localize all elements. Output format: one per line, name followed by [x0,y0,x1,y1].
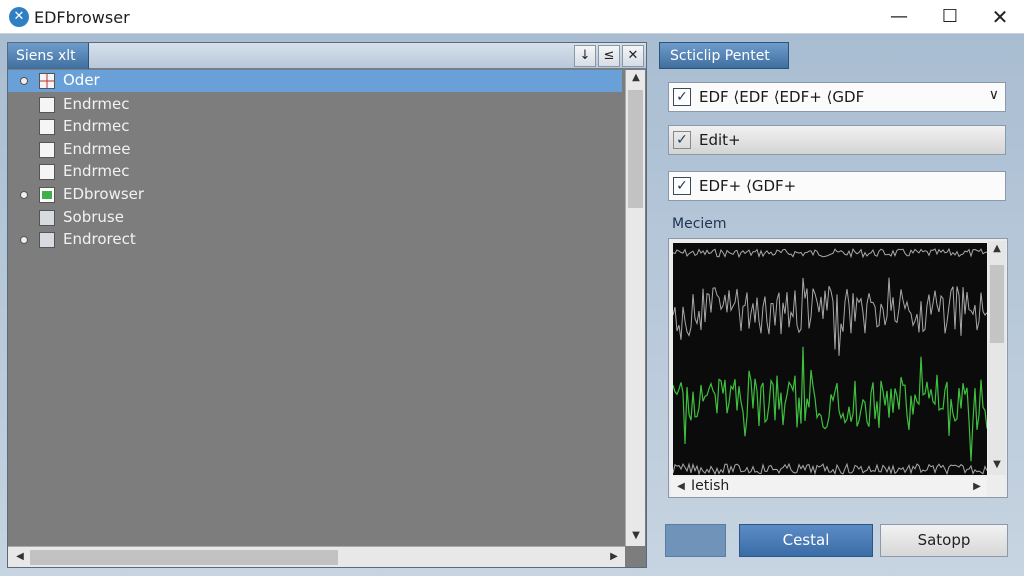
tree-item[interactable]: Endrmec [8,161,622,183]
satopp-button[interactable]: Satopp [880,524,1008,557]
blank-icon [39,97,55,113]
signal-waveforms [673,247,987,475]
section-label: Meciem [672,216,727,232]
blank-icon [39,142,55,158]
pin-button[interactable]: ↓ [574,45,596,67]
title-bar: ✕ EDFbrowser — ☐ ✕ [0,0,1024,34]
tree-item-label: EDbrowser [63,185,145,203]
tree-item[interactable]: Sobruse [8,207,622,229]
tree-horizontal-scrollbar[interactable]: ◀ ▶ [8,546,625,567]
tree-item-label: Endrorect [63,230,136,248]
close-button[interactable]: ✕ [975,0,1024,34]
blank-icon [39,164,55,180]
file-tree: Oder Endrmec Endrmec Endrmee Endrmec EDb… [8,70,624,546]
maximize-button[interactable]: ☐ [925,0,975,34]
preview-scroll-label: Ietish [691,478,730,494]
signals-tab[interactable]: Siens xlt [8,43,89,69]
tree-item[interactable]: Endrmee [8,139,622,161]
gray-bottom-trace [673,462,987,475]
blank-button[interactable] [665,524,726,557]
tree-item-label: Endrmee [63,140,131,158]
signals-panel: Siens xlt ↓ ≤ ✕ Oder Endrmec Endrmec End… [7,42,647,568]
tree-item-label: Oder [63,71,100,89]
minimize-button[interactable]: — [874,0,924,34]
document-icon [39,232,55,248]
grid-icon [39,73,55,89]
scroll-down-icon[interactable]: ▼ [988,459,1006,470]
chevron-down-icon[interactable]: ∨ [989,87,999,103]
properties-tab[interactable]: Scticlip Pentet [659,42,789,69]
tree-item-label: Endrmec [63,117,130,135]
tree-item[interactable]: Endrorect [8,229,622,251]
green-signal-icon [39,187,55,203]
format-dropdown[interactable]: ✓ EDF ⟨EDF ⟨EDF+ ⟨GDF ∨ [668,82,1006,112]
tree-item[interactable]: Endrmec [8,94,622,116]
signal-preview: ▲ ▼ ◀ Ietish ▶ [668,238,1008,498]
edit-option-label: Edit+ [699,131,741,149]
tree-item-label: Sobruse [63,208,124,226]
edit-option-field[interactable]: ✓ Edit+ [668,125,1006,155]
format-option-field[interactable]: ✓ EDF+ ⟨GDF+ [668,171,1006,201]
tree-vertical-scrollbar[interactable]: ▲ ▼ [625,70,645,546]
green-signal-trace [673,346,987,462]
gray-top-trace [673,247,987,259]
panel-close-button[interactable]: ✕ [622,45,644,67]
scroll-thumb[interactable] [990,265,1004,343]
signals-panel-header: Siens xlt ↓ ≤ ✕ [8,43,646,69]
tree-bullet-icon [20,191,28,199]
gray-signal-trace [673,277,987,356]
tree-item-label: Endrmec [63,162,130,180]
checkbox-checked-icon[interactable]: ✓ [673,131,691,149]
scroll-thumb[interactable] [30,550,338,565]
scroll-right-icon[interactable]: ▶ [604,551,624,562]
tree-item[interactable]: EDbrowser [8,184,622,206]
tree-item-label: Endrmec [63,95,130,113]
blank-icon [39,119,55,135]
preview-horizontal-scrollbar[interactable]: ◀ Ietish ▶ [671,477,987,497]
scroll-right-icon[interactable]: ▶ [967,481,987,492]
preview-vertical-scrollbar[interactable]: ▲ ▼ [988,241,1006,475]
scroll-down-icon[interactable]: ▼ [626,530,646,541]
tree-bullet-icon [20,236,28,244]
app-logo-icon: ✕ [9,7,29,27]
blank-icon [39,210,55,226]
window-title: EDFbrowser [34,8,130,27]
main-frame: Siens xlt ↓ ≤ ✕ Oder Endrmec Endrmec End… [0,34,1024,576]
scroll-up-icon[interactable]: ▲ [626,72,646,83]
format-dropdown-value: EDF ⟨EDF ⟨EDF+ ⟨GDF [699,88,865,106]
tree-item[interactable]: Endrmec [8,116,622,138]
checkbox-checked-icon[interactable]: ✓ [673,88,691,106]
tree-item[interactable]: Oder [8,70,622,92]
checkbox-checked-icon[interactable]: ✓ [673,177,691,195]
scroll-left-icon[interactable]: ◀ [671,481,691,492]
format-option-label: EDF+ ⟨GDF+ [699,177,797,195]
options-button[interactable]: ≤ [598,45,620,67]
scroll-thumb[interactable] [628,90,643,208]
signal-plot[interactable] [673,243,987,475]
tree-bullet-icon [20,77,28,85]
scroll-left-icon[interactable]: ◀ [10,551,30,562]
scroll-up-icon[interactable]: ▲ [988,243,1006,254]
cestal-button[interactable]: Cestal [739,524,873,557]
